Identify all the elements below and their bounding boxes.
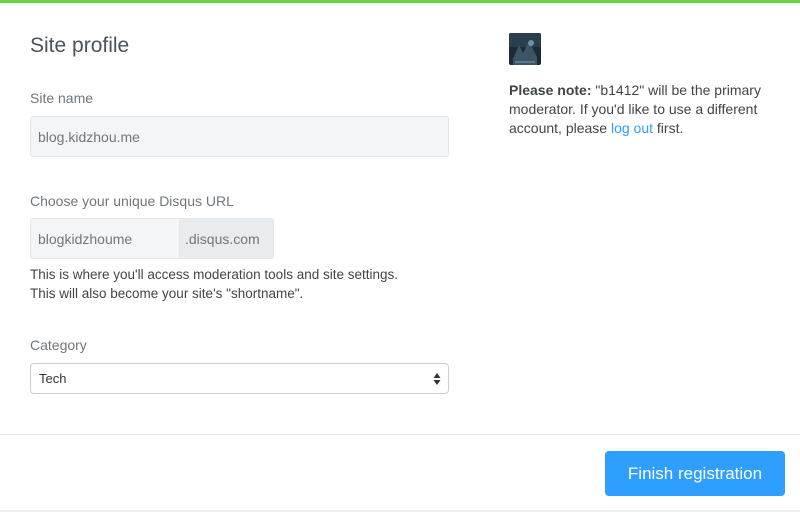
help-line-2: This will also become your site's "short…	[30, 286, 304, 301]
disqus-url-suffix: .disqus.com	[180, 218, 274, 259]
select-arrows-icon	[433, 373, 441, 385]
top-accent-bar	[0, 0, 800, 3]
site-name-input[interactable]: blog.kidzhou.me	[30, 116, 449, 157]
category-label: Category	[30, 337, 87, 353]
note-end: first.	[653, 120, 684, 136]
moderator-note: Please note: "b1412" will be the primary…	[509, 81, 774, 138]
site-name-label: Site name	[30, 90, 94, 106]
disqus-url-label: Choose your unique Disqus URL	[30, 193, 234, 209]
disqus-url-value: blogkidzhoume	[38, 230, 133, 247]
page-title: Site profile	[30, 34, 130, 57]
note-bold: Please note:	[509, 82, 592, 98]
logout-link[interactable]: log out	[611, 120, 653, 136]
avatar-icon	[509, 33, 541, 65]
site-name-value: blog.kidzhou.me	[38, 128, 140, 145]
category-select[interactable]: Tech	[30, 363, 449, 394]
disqus-url-group: blogkidzhoume .disqus.com	[30, 218, 274, 259]
disqus-url-help: This is where you'll access moderation t…	[30, 265, 470, 303]
finish-registration-button[interactable]: Finish registration	[605, 451, 785, 496]
disqus-url-input[interactable]: blogkidzhoume	[30, 218, 180, 259]
footer-divider	[0, 434, 800, 435]
user-avatar	[509, 33, 541, 65]
category-selected-value: Tech	[39, 371, 67, 386]
help-line-1: This is where you'll access moderation t…	[30, 267, 399, 282]
